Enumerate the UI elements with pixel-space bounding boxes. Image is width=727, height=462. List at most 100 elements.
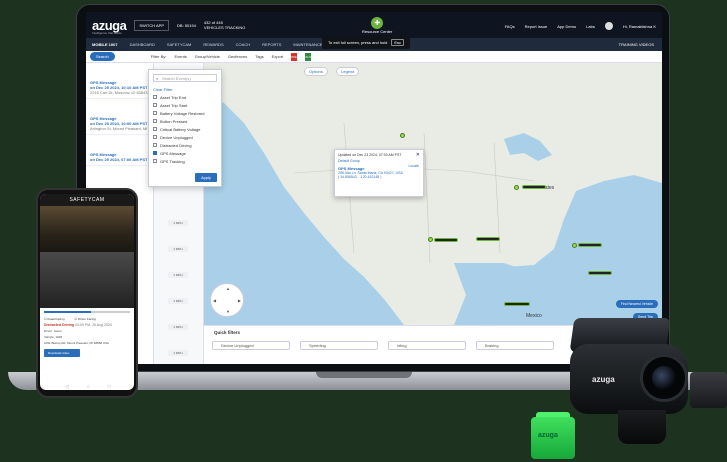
vehicle-marker[interactable]: [522, 185, 546, 189]
nav-dashboard[interactable]: DASHBOARD: [130, 42, 155, 47]
find-nearest-vehicle-button[interactable]: Find Nearest Vehicle: [615, 300, 658, 308]
speed-badge[interactable]: 1 MPH: [168, 298, 188, 304]
quick-filter-braking[interactable]: Braking: [476, 341, 554, 350]
cabin-camera-view[interactable]: [40, 252, 134, 308]
user-menu[interactable]: Hi, Ramaktishna K: [623, 24, 656, 29]
avatar[interactable]: [604, 22, 613, 30]
dashcam-side: [690, 372, 727, 408]
map-pan-control[interactable]: ▲ ▼ ◀ ▶: [210, 283, 244, 317]
nav-rewards[interactable]: REWARDS: [203, 42, 223, 47]
nav-maintenance[interactable]: MAINTENANCE: [293, 42, 322, 47]
popup-locate-link[interactable]: Locate: [408, 164, 419, 168]
filter-option[interactable]: Distracted Driving: [149, 141, 221, 149]
road-facing-toggle[interactable]: ☑ Road Facing: [44, 317, 65, 321]
pan-right-icon[interactable]: ▶: [238, 298, 241, 303]
checkbox[interactable]: [153, 103, 157, 107]
filter-option-label: Device Unplugged: [160, 134, 193, 140]
checkbox[interactable]: [153, 95, 157, 99]
speed-badge[interactable]: 1 MPH: [168, 246, 188, 252]
nav-safetycam[interactable]: SAFETYCAM: [167, 42, 191, 47]
xls-export-icon[interactable]: XLS: [305, 52, 312, 61]
nav-mobile[interactable]: MOBILE 1007: [92, 42, 118, 47]
group-vehicle-filter[interactable]: Group/Vehicle: [195, 54, 220, 59]
quick-filter-idling[interactable]: Idling: [388, 341, 466, 350]
event-time: 04:09 PM, 26 Aug 2024: [75, 323, 112, 327]
tags-filter[interactable]: Tags: [255, 54, 263, 59]
download-video-button[interactable]: Download video: [44, 349, 80, 357]
vehicle-pin[interactable]: [400, 133, 405, 138]
filter-option-label: Asset Trip End: [160, 94, 187, 100]
vehicle-marker[interactable]: [578, 243, 602, 247]
vehicle-marker[interactable]: [588, 271, 612, 275]
events-filter[interactable]: Events: [174, 54, 186, 59]
filter-option[interactable]: Device Unplugged: [149, 133, 221, 141]
event-search-input[interactable]: ⌕ Search Event(s): [153, 74, 217, 82]
filter-option-label: Button Pressed: [160, 118, 188, 124]
speed-badge[interactable]: 1 MPH: [168, 324, 188, 330]
checkbox[interactable]: [153, 127, 157, 131]
geofences-filter[interactable]: Geofences: [228, 54, 247, 59]
link-labs[interactable]: Labs: [586, 24, 595, 29]
checkbox[interactable]: [153, 111, 157, 115]
phone-app-title: SAFETYCAM: [40, 194, 134, 206]
list-item[interactable]: GPS Message on Dec 25 2024, 10:10 AM PST…: [86, 77, 153, 99]
back-icon[interactable]: ◁: [65, 384, 69, 390]
nav-training-videos[interactable]: TRAINING VIDEOS: [619, 42, 654, 47]
pdf-export-icon[interactable]: PDF: [291, 52, 298, 61]
switch-app-select[interactable]: SWITCH APP: [134, 19, 170, 31]
list-item[interactable]: GPS Message on Dec 25 2024, 07:00 AM PST: [86, 149, 153, 166]
quick-filter-speeding[interactable]: Speeding: [300, 341, 378, 350]
close-icon[interactable]: ✕: [416, 152, 420, 158]
apply-button[interactable]: Apply: [194, 173, 217, 182]
list-item[interactable]: GPS Message on Dec 25 2024, 10:00 AM PST…: [86, 113, 153, 135]
filter-option[interactable]: GPS Message: [149, 149, 221, 157]
nav-coach[interactable]: COACH: [236, 42, 250, 47]
filter-option[interactable]: Battery Voltage Restored: [149, 109, 221, 117]
map-label-mexico: Mexico: [526, 313, 542, 319]
resource-center-button[interactable]: ✚ Resource Center: [362, 17, 392, 34]
link-report-issue[interactable]: Report Issue: [525, 24, 548, 29]
home-icon[interactable]: ○: [87, 384, 90, 390]
pan-down-icon[interactable]: ▼: [226, 309, 230, 314]
pan-left-icon[interactable]: ◀: [213, 298, 216, 303]
map-view[interactable]: Options Legend States Mexico ✕ Updated o…: [204, 63, 662, 325]
search-button[interactable]: Search: [90, 52, 115, 61]
speed-badge[interactable]: 1 MPH: [168, 272, 188, 278]
driver-facing-toggle[interactable]: ☑ Driver Facing: [75, 317, 96, 321]
filter-option-label: GPS Message: [160, 150, 186, 156]
link-app-demo[interactable]: App Demo: [557, 24, 576, 29]
checkbox[interactable]: [153, 143, 157, 147]
video-progress-bar[interactable]: [44, 311, 130, 313]
filter-option-label: Battery Voltage Restored: [160, 110, 205, 116]
checkbox[interactable]: [153, 135, 157, 139]
recents-icon[interactable]: □: [108, 384, 111, 390]
quick-filters-title: Quick filters: [214, 330, 241, 335]
checkbox[interactable]: [153, 119, 157, 123]
filter-option[interactable]: Asset Trip Start: [149, 101, 221, 109]
clear-filter-link[interactable]: Clear Filter: [149, 86, 221, 93]
quick-filter-device-unplugged[interactable]: Device Unplugged: [212, 341, 290, 350]
vehicle-marker[interactable]: [434, 238, 458, 242]
checkbox-checked[interactable]: [153, 151, 157, 155]
filter-option[interactable]: Critical Battery Voltage: [149, 125, 221, 133]
nav-reports[interactable]: REPORTS: [262, 42, 281, 47]
filter-option[interactable]: Asset Trip End: [149, 93, 221, 101]
vehicle-pin[interactable]: [572, 243, 577, 248]
speed-badge[interactable]: 1 MPH: [168, 350, 188, 356]
link-faqs[interactable]: FAQs: [505, 24, 515, 29]
vehicle-marker[interactable]: [476, 237, 500, 241]
gulf-of-mexico: [454, 263, 534, 325]
vehicle-pin[interactable]: [514, 185, 519, 190]
popup-vehicle-group[interactable]: Default Group: [338, 159, 420, 163]
road-camera-view[interactable]: [40, 206, 134, 252]
pan-up-icon[interactable]: ▲: [226, 286, 230, 291]
map-legend-button[interactable]: Legend: [336, 67, 360, 76]
vehicle-pin[interactable]: [428, 237, 433, 242]
checkbox[interactable]: [153, 159, 157, 163]
map-options-button[interactable]: Options: [304, 67, 328, 76]
vehicle-marker[interactable]: [504, 302, 530, 306]
filter-option[interactable]: Button Pressed: [149, 117, 221, 125]
filter-option[interactable]: GPS Tracking: [149, 157, 221, 165]
speed-badge[interactable]: 1 MPH: [168, 220, 188, 226]
filter-option-label: Distracted Driving: [160, 142, 192, 148]
